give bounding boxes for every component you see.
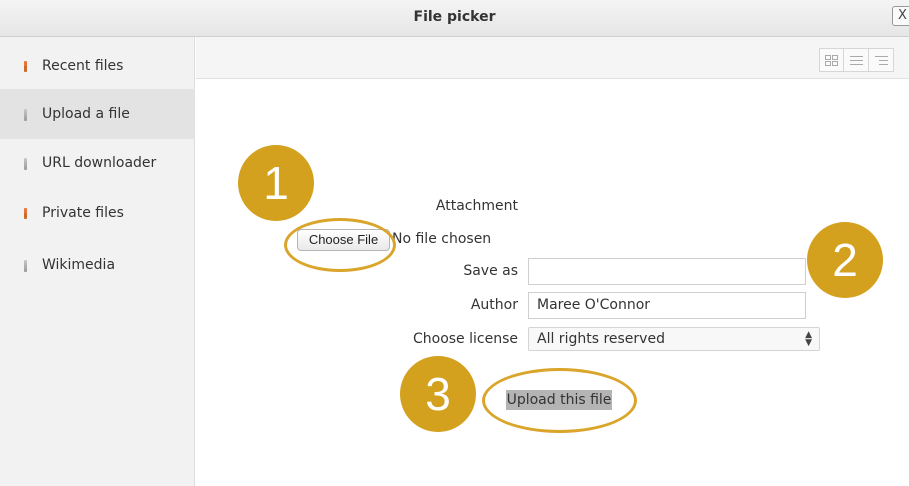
save-as-label: Save as (463, 263, 518, 279)
author-label: Author (470, 297, 518, 313)
sidebar-item-label: Upload a file (42, 106, 130, 122)
sidebar-item-label: URL downloader (42, 155, 157, 171)
close-button[interactable]: X (892, 6, 909, 26)
repository-sidebar: Recent files Upload a file URL downloade… (0, 37, 195, 486)
list-view-icon (849, 55, 863, 65)
tree-view-icon (874, 55, 888, 65)
step-3-highlight-ring (482, 368, 637, 433)
grid-view-button[interactable] (819, 48, 844, 72)
step-1-badge: 1 (238, 145, 314, 221)
step-1-highlight-ring (284, 218, 396, 272)
save-as-input[interactable] (528, 258, 806, 285)
list-view-button[interactable] (844, 48, 869, 72)
sidebar-item-private-files[interactable]: Private files (0, 188, 195, 238)
no-file-chosen-text: No file chosen (392, 231, 492, 247)
sidebar-item-label: Wikimedia (42, 257, 116, 273)
pin-red-icon (22, 60, 30, 72)
pin-grey-icon (22, 259, 30, 272)
select-arrows-icon: ▲ ▼ (805, 330, 812, 348)
title-bar: File picker X (0, 0, 909, 37)
main-toolbar (196, 37, 909, 79)
attachment-label: Attachment (435, 198, 518, 214)
author-input[interactable]: Maree O'Connor (528, 292, 806, 319)
sidebar-item-url-downloader[interactable]: URL downloader (0, 138, 195, 188)
sidebar-item-recent-files[interactable]: Recent files (0, 41, 195, 91)
step-3-badge: 3 (400, 356, 476, 432)
sidebar-item-upload-a-file[interactable]: Upload a file (0, 89, 195, 139)
view-switcher (819, 48, 894, 72)
grid-view-icon (825, 54, 838, 66)
sidebar-item-label: Private files (42, 205, 124, 221)
tree-view-button[interactable] (869, 48, 894, 72)
step-2-badge: 2 (807, 222, 883, 298)
pin-grey-icon (22, 108, 30, 121)
dialog-title: File picker (413, 9, 496, 25)
license-select-value: All rights reserved (537, 331, 665, 347)
sidebar-item-label: Recent files (42, 58, 124, 74)
pin-red-icon (22, 207, 30, 219)
pin-grey-icon (22, 157, 30, 170)
license-select[interactable]: All rights reserved ▲ ▼ (528, 327, 820, 351)
sidebar-item-wikimedia[interactable]: Wikimedia (0, 240, 195, 290)
license-label: Choose license (412, 331, 518, 347)
